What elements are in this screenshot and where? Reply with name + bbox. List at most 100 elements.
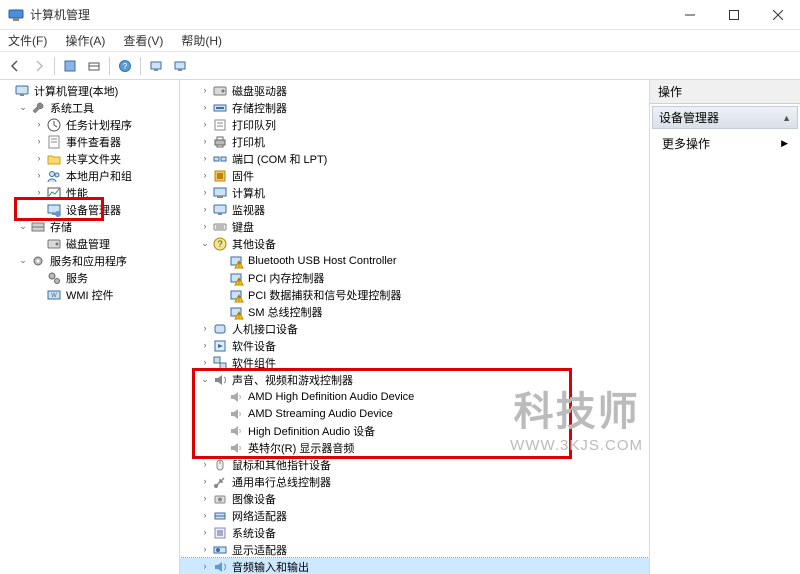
chevron-right-icon[interactable]: › xyxy=(32,120,46,129)
tree-item[interactable]: ›本地用户和组 xyxy=(0,167,179,184)
chevron-right-icon[interactable]: › xyxy=(198,545,212,554)
chevron-right-icon[interactable]: › xyxy=(198,120,212,129)
tree-item[interactable]: ›图像设备 xyxy=(180,490,649,507)
chevron-down-icon[interactable]: ⌄ xyxy=(16,256,30,265)
tree-item[interactable]: !SM 总线控制器 xyxy=(180,303,649,320)
chevron-right-icon[interactable]: › xyxy=(32,188,46,197)
chevron-right-icon[interactable]: › xyxy=(198,324,212,333)
tool-help-button[interactable]: ? xyxy=(114,55,136,77)
tree-item-label: 声音、视频和游戏控制器 xyxy=(232,372,353,388)
chevron-right-icon[interactable]: › xyxy=(198,154,212,163)
tree-item[interactable]: 英特尔(R) 显示器音频 xyxy=(180,439,649,456)
tree-item-label: 服务 xyxy=(66,270,88,286)
tree-item[interactable]: ›计算机 xyxy=(180,184,649,201)
tree-item[interactable]: ›端口 (COM 和 LPT) xyxy=(180,150,649,167)
tree-item[interactable]: !PCI 数据捕获和信号处理控制器 xyxy=(180,286,649,303)
close-button[interactable] xyxy=(756,0,800,30)
tree-item[interactable]: ›打印队列 xyxy=(180,116,649,133)
chevron-right-icon[interactable]: › xyxy=(198,86,212,95)
tree-item[interactable]: !PCI 内存控制器 xyxy=(180,269,649,286)
tree-item-label: 其他设备 xyxy=(232,236,276,252)
tree-item[interactable]: ›磁盘驱动器 xyxy=(180,82,649,99)
tree-item-label: 计算机管理(本地) xyxy=(34,83,118,99)
tool-refresh-button[interactable] xyxy=(169,55,191,77)
sw-icon xyxy=(212,338,228,354)
tree-item[interactable]: ⌄ 声音、视频和游戏控制器 xyxy=(180,371,649,388)
tree-item[interactable]: › 音频输入和输出 xyxy=(180,558,649,574)
chevron-right-icon[interactable]: › xyxy=(32,137,46,146)
chevron-down-icon[interactable]: ⌄ xyxy=(198,239,212,248)
tree-item[interactable]: AMD High Definition Audio Device xyxy=(180,388,649,405)
tree-item[interactable]: › 通用串行总线控制器 xyxy=(180,473,649,490)
tree-item[interactable]: ›性能 xyxy=(0,184,179,201)
action-pane-more[interactable]: 更多操作 ▶ xyxy=(650,131,800,156)
chevron-right-icon[interactable]: › xyxy=(198,341,212,350)
tree-item[interactable]: 服务 xyxy=(0,269,179,286)
tree-item[interactable]: ⌄存储 xyxy=(0,218,179,235)
tree-item-label: SM 总线控制器 xyxy=(248,304,323,320)
device-tree[interactable]: ›磁盘驱动器›存储控制器›打印队列›打印机›端口 (COM 和 LPT)›固件›… xyxy=(180,80,650,574)
tree-item[interactable]: AMD Streaming Audio Device xyxy=(180,405,649,422)
tree-item[interactable]: 磁盘管理 xyxy=(0,235,179,252)
chevron-right-icon[interactable]: › xyxy=(198,171,212,180)
tree-item[interactable]: › 系统设备 xyxy=(180,524,649,541)
nav-back-button[interactable] xyxy=(4,55,26,77)
chevron-right-icon[interactable]: › xyxy=(198,494,212,503)
minimize-button[interactable] xyxy=(668,0,712,30)
chevron-right-icon[interactable]: › xyxy=(198,205,212,214)
tree-item[interactable]: ›任务计划程序 xyxy=(0,116,179,133)
chevron-down-icon[interactable]: ⌄ xyxy=(16,103,30,112)
action-pane-category[interactable]: 设备管理器 ▲ xyxy=(652,106,798,129)
chevron-right-icon[interactable]: › xyxy=(198,188,212,197)
chevron-right-icon[interactable]: › xyxy=(198,460,212,469)
chevron-right-icon[interactable]: › xyxy=(198,103,212,112)
tree-item[interactable]: ›固件 xyxy=(180,167,649,184)
menu-file[interactable]: 文件(F) xyxy=(4,32,51,49)
tree-item[interactable]: ›人机接口设备 xyxy=(180,320,649,337)
menu-action[interactable]: 操作(A) xyxy=(61,32,109,49)
action-pane: 操作 设备管理器 ▲ 更多操作 ▶ xyxy=(650,80,800,574)
chevron-right-icon[interactable]: › xyxy=(198,528,212,537)
tree-item[interactable]: ⌄?其他设备 xyxy=(180,235,649,252)
tree-item[interactable]: ›软件组件 xyxy=(180,354,649,371)
maximize-button[interactable] xyxy=(712,0,756,30)
chevron-down-icon[interactable]: ⌄ xyxy=(198,375,212,384)
tree-item[interactable]: ›存储控制器 xyxy=(180,99,649,116)
tree-item-label: 系统工具 xyxy=(50,100,94,116)
chevron-right-icon[interactable]: › xyxy=(198,137,212,146)
tree-item[interactable]: ›鼠标和其他指针设备 xyxy=(180,456,649,473)
tree-item[interactable]: ⌄服务和应用程序 xyxy=(0,252,179,269)
chevron-down-icon[interactable]: ⌄ xyxy=(16,222,30,231)
console-tree[interactable]: 计算机管理(本地) ⌄ 系统工具›任务计划程序›事件查看器›共享文件夹›本地用户和组… xyxy=(0,80,180,574)
chevron-right-icon[interactable]: › xyxy=(198,477,212,486)
chevron-right-icon[interactable]: › xyxy=(32,154,46,163)
tree-item[interactable]: ›事件查看器 xyxy=(0,133,179,150)
tool-devmgr-button[interactable] xyxy=(145,55,167,77)
chevron-right-icon[interactable]: › xyxy=(198,358,212,367)
menu-view[interactable]: 查看(V) xyxy=(119,32,167,49)
tree-item[interactable]: ›显示适配器 xyxy=(180,541,649,558)
chevron-right-icon[interactable]: › xyxy=(198,562,212,571)
tree-item[interactable]: High Definition Audio 设备 xyxy=(180,422,649,439)
tree-item[interactable]: WWMI 控件 xyxy=(0,286,179,303)
tree-item-label: 通用串行总线控制器 xyxy=(232,474,331,490)
tree-item[interactable]: 设备管理器 xyxy=(0,201,179,218)
tree-item[interactable]: 计算机管理(本地) xyxy=(0,82,179,99)
chevron-right-icon[interactable]: › xyxy=(198,511,212,520)
tree-item-label: 音频输入和输出 xyxy=(232,559,309,574)
tool-view-button[interactable] xyxy=(83,55,105,77)
tree-item-label: 系统设备 xyxy=(232,525,276,541)
chevron-right-icon[interactable]: › xyxy=(32,171,46,180)
tool-action-button[interactable] xyxy=(59,55,81,77)
nav-fwd-button[interactable] xyxy=(28,55,50,77)
tree-item[interactable]: ›网络适配器 xyxy=(180,507,649,524)
menu-help[interactable]: 帮助(H) xyxy=(177,32,226,49)
tree-item[interactable]: !Bluetooth USB Host Controller xyxy=(180,252,649,269)
tree-item[interactable]: ›软件设备 xyxy=(180,337,649,354)
chevron-right-icon[interactable]: › xyxy=(198,222,212,231)
tree-item[interactable]: ›键盘 xyxy=(180,218,649,235)
tree-item[interactable]: ›共享文件夹 xyxy=(0,150,179,167)
tree-item[interactable]: ›打印机 xyxy=(180,133,649,150)
tree-item[interactable]: ⌄ 系统工具 xyxy=(0,99,179,116)
tree-item[interactable]: ›监视器 xyxy=(180,201,649,218)
